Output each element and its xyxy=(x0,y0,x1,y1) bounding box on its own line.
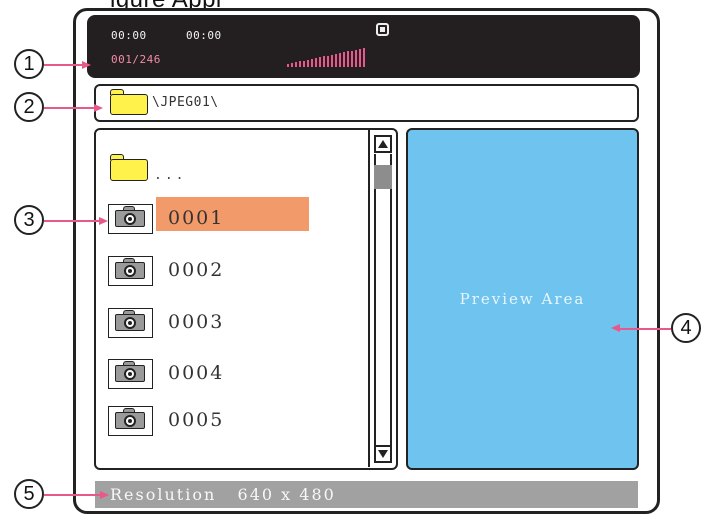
resolution-text: Resolution 640 x 480 xyxy=(110,485,336,504)
file-name: 0005 xyxy=(168,409,225,431)
volume-bar xyxy=(363,48,365,67)
callout-4-leader xyxy=(619,328,671,330)
volume-bar xyxy=(299,61,301,67)
file-item-0003[interactable]: 0003 xyxy=(108,308,368,338)
callout-3: 3 xyxy=(14,205,44,235)
callout-3-leader xyxy=(44,220,100,222)
volume-bar xyxy=(291,63,293,67)
resolution-bar: Resolution 640 x 480 xyxy=(95,481,638,508)
elapsed-time: 00:00 xyxy=(111,29,147,42)
volume-meter xyxy=(287,45,365,67)
volume-bar xyxy=(319,57,321,67)
preview-area: Preview Area xyxy=(406,128,639,470)
preview-label: Preview Area xyxy=(459,290,586,308)
camera-icon xyxy=(108,359,153,389)
volume-bar xyxy=(315,58,317,67)
path-bar: \JPEG01\ xyxy=(94,84,639,122)
callout-5: 5 xyxy=(14,479,44,509)
file-name: 0002 xyxy=(168,259,225,281)
scroll-up-arrow-icon[interactable] xyxy=(374,135,392,153)
parent-folder-icon[interactable] xyxy=(110,154,148,181)
resolution-label: Resolution xyxy=(110,485,217,504)
track-counter: 001/246 xyxy=(111,53,161,66)
file-name: 0001 xyxy=(168,207,225,229)
callout-2: 2 xyxy=(14,92,44,122)
callout-2-leader xyxy=(44,107,96,109)
volume-bar xyxy=(347,51,349,67)
volume-bar xyxy=(307,60,309,67)
current-path: \JPEG01\ xyxy=(152,95,219,110)
callout-5-arrow-icon xyxy=(100,491,109,499)
volume-bar xyxy=(295,62,297,67)
file-item-0004[interactable]: 0004 xyxy=(108,359,368,389)
callout-1: 1 xyxy=(14,49,44,79)
callout-3-arrow-icon xyxy=(99,217,108,225)
scrollbar-thumb[interactable] xyxy=(374,165,392,189)
stop-icon[interactable] xyxy=(376,23,389,36)
camera-icon xyxy=(108,256,153,286)
camera-icon xyxy=(108,204,153,234)
volume-bar xyxy=(343,52,345,67)
volume-bar xyxy=(311,59,313,67)
folder-icon xyxy=(110,89,148,115)
file-item-0002[interactable]: 0002 xyxy=(108,256,368,286)
scroll-down-arrow-icon[interactable] xyxy=(374,445,392,463)
file-list-panel: ... 0001 0002 0003 0004 0005 xyxy=(94,128,398,470)
callout-2-arrow-icon xyxy=(94,104,103,112)
volume-bar xyxy=(331,55,333,67)
volume-bar xyxy=(355,50,357,67)
scrollbar[interactable] xyxy=(368,130,395,467)
volume-bar xyxy=(323,56,325,67)
status-bar: 00:00 00:00 001/246 xyxy=(87,15,640,78)
volume-bar xyxy=(287,64,289,67)
volume-bar xyxy=(339,53,341,67)
file-name: 0004 xyxy=(168,362,225,384)
callout-1-leader xyxy=(44,64,84,66)
volume-bar xyxy=(303,61,305,67)
callout-4: 4 xyxy=(671,313,701,343)
volume-bar xyxy=(359,49,361,67)
file-name: 0003 xyxy=(168,311,225,333)
camera-icon xyxy=(108,406,153,436)
scrollbar-track[interactable] xyxy=(374,154,392,446)
resolution-value: 640 x 480 xyxy=(237,485,336,504)
volume-bar xyxy=(351,51,353,67)
volume-bar xyxy=(327,56,329,67)
volume-bar xyxy=(335,54,337,67)
file-item-0005[interactable]: 0005 xyxy=(108,406,368,436)
parent-folder-label[interactable]: ... xyxy=(154,168,186,183)
camera-icon xyxy=(108,308,153,338)
total-time: 00:00 xyxy=(186,29,222,42)
file-item-0001[interactable]: 0001 xyxy=(108,197,368,234)
callout-1-arrow-icon xyxy=(82,61,91,69)
callout-5-leader xyxy=(44,494,102,496)
